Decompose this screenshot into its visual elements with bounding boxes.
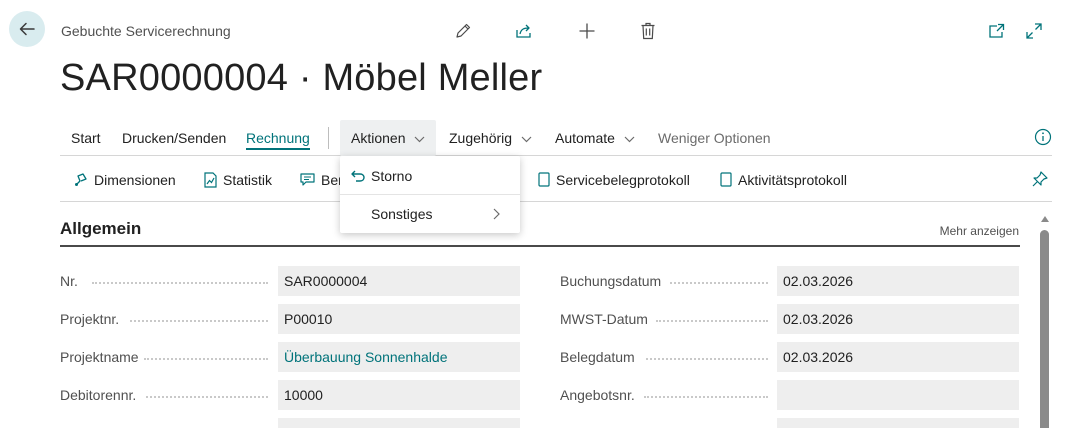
field-label-belegdatum: Belegdatum xyxy=(560,349,635,365)
back-arrow-icon xyxy=(19,22,35,36)
leader-dots xyxy=(130,320,268,322)
scrollbar[interactable] xyxy=(1040,212,1050,428)
document-icon xyxy=(720,172,732,187)
tab-weniger-optionen[interactable]: Weniger Optionen xyxy=(658,120,771,156)
action-bar: Dimensionen Statistik Ben Servicebelegpr… xyxy=(60,157,1052,202)
servicebelegprotokoll-action[interactable]: Servicebelegprotokoll xyxy=(538,157,690,202)
action-tabs: Start Drucken/Senden Rechnung Aktionen Z… xyxy=(60,120,1052,156)
expand-button[interactable] xyxy=(1023,20,1045,42)
field-belegdatum[interactable]: 02.03.2026 xyxy=(777,342,1019,372)
leader-dots xyxy=(646,358,768,360)
field-label-debitorennr: Debitorennr. xyxy=(60,387,137,403)
scrollbar-thumb[interactable] xyxy=(1040,230,1049,428)
tab-drucken-senden[interactable]: Drucken/Senden xyxy=(122,120,226,156)
servicebelegprotokoll-label: Servicebelegprotokoll xyxy=(556,171,690,188)
mehr-anzeigen-link[interactable]: Mehr anzeigen xyxy=(940,224,1019,238)
statistik-action[interactable]: Statistik xyxy=(204,157,272,202)
field-label-nr: Nr. xyxy=(60,273,78,289)
menu-item-sonstiges-label: Sonstiges xyxy=(371,206,433,222)
section-title: Allgemein xyxy=(60,219,142,238)
leader-dots xyxy=(144,358,268,360)
page-title: SAR0000004 · Möbel Meller xyxy=(60,57,543,99)
back-button[interactable] xyxy=(9,11,45,47)
tab-automate[interactable]: Automate xyxy=(555,120,635,156)
tab-automate-label: Automate xyxy=(555,130,615,146)
menu-item-storno[interactable]: Storno xyxy=(340,157,520,195)
field-label-angebotsnr: Angebotsnr. xyxy=(560,387,635,403)
menu-item-sonstiges[interactable]: Sonstiges xyxy=(340,195,520,233)
leader-dots xyxy=(670,282,768,284)
field-angebotsnr[interactable] xyxy=(777,380,1019,410)
field-label-mwst-datum: MWST-Datum xyxy=(560,311,648,327)
field-label-buchungsdatum: Buchungsdatum xyxy=(560,273,662,289)
chevron-down-icon xyxy=(624,136,635,143)
leader-dots xyxy=(644,396,768,398)
field-projektname[interactable]: Überbauung Sonnenhalde xyxy=(278,342,520,372)
tab-zugehoerig[interactable]: Zugehörig xyxy=(449,120,532,156)
delete-button[interactable] xyxy=(637,20,659,42)
field-next-partial[interactable] xyxy=(278,418,520,428)
field-buchungsdatum[interactable]: 02.03.2026 xyxy=(777,266,1019,296)
menu-item-storno-label: Storno xyxy=(371,167,413,184)
add-icon xyxy=(579,23,595,39)
comment-icon xyxy=(300,172,315,186)
field-label-projektname: Projektname xyxy=(60,349,139,365)
aktivitaetsprotokoll-label: Aktivitätsprotokoll xyxy=(738,171,847,188)
field-next-partial[interactable] xyxy=(777,418,1019,428)
tab-rechnung[interactable]: Rechnung xyxy=(246,120,310,156)
share-icon xyxy=(516,24,531,38)
info-icon[interactable] xyxy=(1034,128,1052,146)
page-caption: Gebuchte Servicerechnung xyxy=(61,23,231,39)
tab-aktionen-label: Aktionen xyxy=(351,130,406,146)
statistik-label: Statistik xyxy=(223,171,273,188)
dimensionen-label: Dimensionen xyxy=(94,171,176,188)
tab-divider xyxy=(328,127,329,149)
document-icon xyxy=(538,172,550,187)
tab-zugehoerig-label: Zugehörig xyxy=(449,130,513,146)
tab-aktionen[interactable]: Aktionen xyxy=(340,120,437,156)
undo-icon xyxy=(351,170,365,182)
tab-rechnung-label: Rechnung xyxy=(246,130,310,150)
aktionen-dropdown-menu: Storno Sonstiges xyxy=(340,156,520,233)
statistics-icon xyxy=(204,171,217,188)
leader-dots xyxy=(146,396,268,398)
open-new-window-button[interactable] xyxy=(986,20,1008,42)
field-mwst-datum[interactable]: 02.03.2026 xyxy=(777,304,1019,334)
field-nr[interactable]: SAR0000004 xyxy=(278,266,520,296)
pin-icon[interactable] xyxy=(1031,170,1049,188)
expand-icon xyxy=(1026,23,1042,39)
add-button[interactable] xyxy=(576,20,598,42)
open-new-window-icon xyxy=(989,23,1005,38)
scroll-up-arrow[interactable] xyxy=(1041,216,1049,222)
dimensionen-action[interactable]: Dimensionen xyxy=(74,157,176,202)
field-debitorennr[interactable]: 10000 xyxy=(278,380,520,410)
field-projektnr[interactable]: P00010 xyxy=(278,304,520,334)
edit-icon xyxy=(456,23,471,38)
tab-start[interactable]: Start xyxy=(71,120,101,156)
aktivitaetsprotokoll-action[interactable]: Aktivitätsprotokoll xyxy=(720,157,847,202)
chevron-down-icon xyxy=(521,136,532,143)
edit-button[interactable] xyxy=(452,20,474,42)
section-divider xyxy=(60,245,1020,247)
chevron-down-icon xyxy=(414,136,425,143)
delete-icon xyxy=(641,22,655,40)
share-button[interactable] xyxy=(513,20,535,42)
leader-dots xyxy=(656,320,768,322)
chevron-right-icon xyxy=(493,208,500,220)
field-label-projektnr: Projektnr. xyxy=(60,311,120,327)
leader-dots xyxy=(92,282,268,284)
dimensions-icon xyxy=(75,173,87,186)
